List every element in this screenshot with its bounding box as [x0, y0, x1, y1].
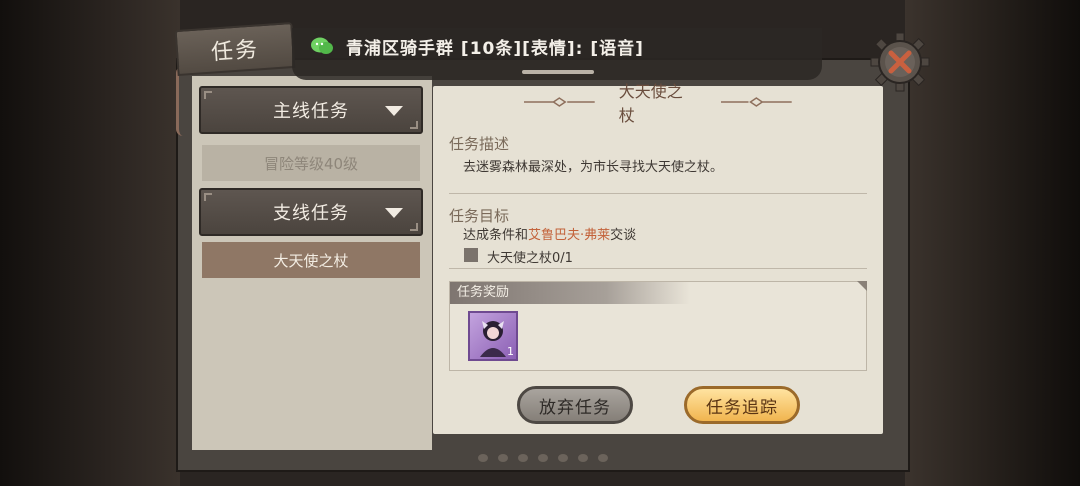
objective-checkbox	[464, 248, 478, 262]
quest-item-label: 大天使之杖	[273, 251, 349, 270]
tab-string	[176, 66, 190, 136]
abandon-quest-button[interactable]: 放弃任务	[517, 386, 633, 424]
abandon-quest-label: 放弃任务	[539, 397, 611, 418]
window-title: 任务	[210, 37, 260, 66]
wechat-icon	[311, 37, 333, 54]
goal-label: 任务目标	[449, 207, 510, 225]
goal-suffix: 交谈	[610, 228, 637, 243]
description-text: 去迷雾森林最深处，为市长寻找大天使之杖。	[463, 160, 724, 175]
close-gear-icon[interactable]	[870, 32, 930, 92]
rewards-label: 任务奖励	[450, 282, 690, 304]
section-divider	[449, 193, 867, 194]
reward-item[interactable]: 1	[468, 311, 518, 361]
quest-title-row: 大天使之杖	[524, 82, 792, 125]
window-title-tab: 任务	[174, 21, 296, 77]
objective-progress: 大天使之杖0/1	[487, 251, 573, 266]
chat-bar-handle[interactable]	[522, 70, 594, 74]
track-quest-button[interactable]: 任务追踪	[684, 386, 800, 424]
reward-count: 1	[507, 345, 514, 358]
locked-quest-item: 冒险等级40级	[202, 145, 420, 181]
goal-npc-name[interactable]: 艾鲁巴夫·弗莱	[528, 228, 610, 243]
description-label: 任务描述	[449, 135, 510, 153]
section-divider	[449, 268, 867, 269]
background-left	[0, 0, 180, 486]
quest-title: 大天使之杖	[618, 82, 683, 125]
category-main-quest[interactable]: 主线任务	[199, 86, 423, 134]
triangle-down-icon	[385, 106, 403, 116]
quest-item-archangel-staff[interactable]: 大天使之杖	[202, 242, 420, 278]
track-quest-label: 任务追踪	[706, 397, 778, 418]
title-ornament-right-icon	[721, 97, 792, 107]
frame-bottom-ornament	[478, 452, 608, 464]
category-side-quest-label: 支线任务	[273, 203, 349, 224]
chat-message: 青浦区骑手群 [10条][表情]: [语音]	[346, 39, 644, 59]
category-side-quest[interactable]: 支线任务	[199, 188, 423, 236]
title-ornament-left-icon	[524, 97, 595, 107]
reward-box-corner	[857, 281, 867, 291]
goal-prefix: 达成条件和	[463, 228, 529, 243]
background-right	[905, 0, 1080, 486]
category-main-quest-label: 主线任务	[273, 101, 349, 122]
locked-quest-label: 冒险等级40级	[263, 154, 359, 173]
goal-text: 达成条件和艾鲁巴夫·弗莱交谈	[463, 224, 636, 243]
triangle-down-icon	[385, 208, 403, 218]
